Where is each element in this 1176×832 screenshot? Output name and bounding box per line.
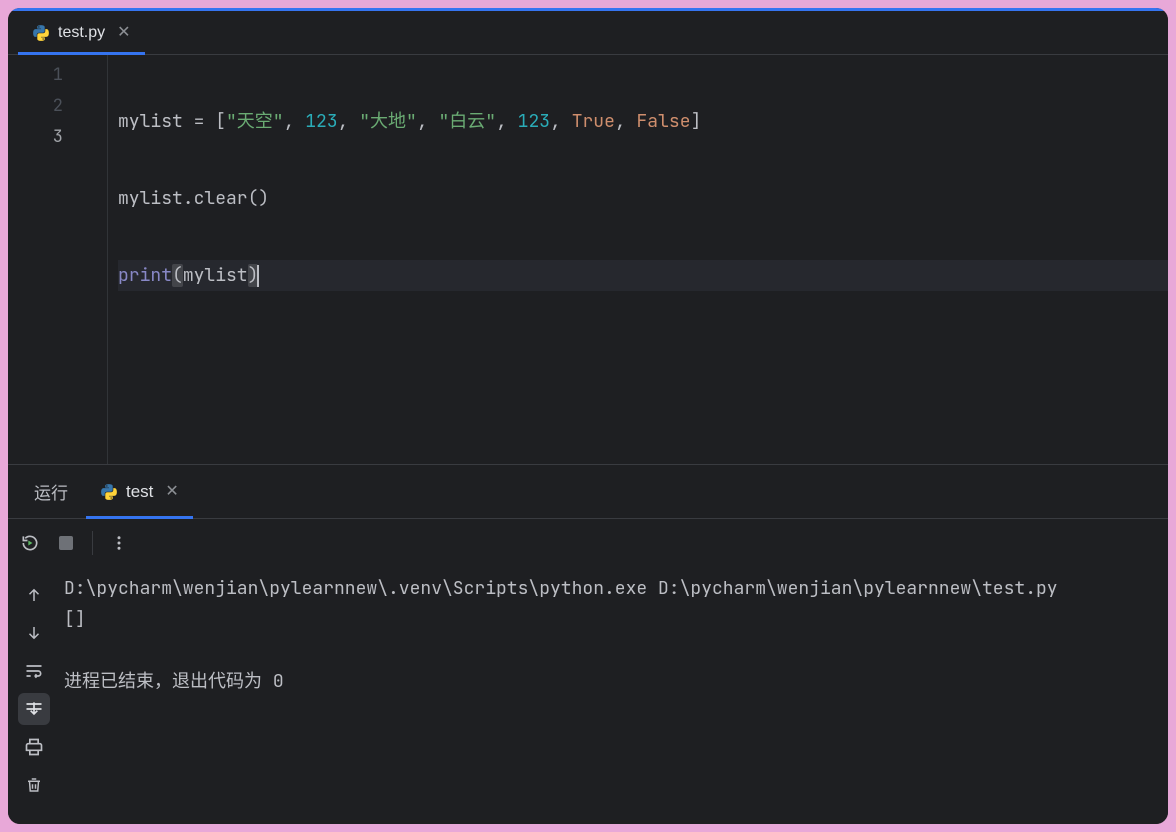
- run-panel: 运行 test ✕: [8, 464, 1168, 824]
- run-tab-test[interactable]: test ✕: [86, 465, 193, 518]
- code-line-2: mylist.clear(): [118, 183, 1168, 214]
- editor-tab-bar: test.py ✕: [8, 11, 1168, 55]
- close-icon[interactable]: ✕: [165, 484, 178, 500]
- rerun-button[interactable]: [16, 529, 44, 557]
- arrow-up-icon: [25, 586, 43, 604]
- close-icon[interactable]: ✕: [117, 25, 130, 41]
- line-number: 2: [8, 91, 63, 122]
- print-button[interactable]: [18, 731, 50, 763]
- run-side-toolbar: [8, 567, 60, 824]
- run-tab-label: test: [126, 482, 153, 502]
- line-gutter: 1 2 3: [8, 55, 108, 464]
- trash-icon: [25, 776, 43, 794]
- line-number: 3: [8, 122, 63, 153]
- toolbar-separator: [92, 531, 93, 555]
- console-exit: 进程已结束，退出代码为 0: [64, 666, 1158, 697]
- run-panel-title[interactable]: 运行: [22, 479, 80, 504]
- line-number: 1: [8, 60, 63, 91]
- soft-wrap-icon: [24, 661, 44, 681]
- down-button[interactable]: [18, 617, 50, 649]
- console-output[interactable]: D:\pycharm\wenjian\pylearnnew\.venv\Scri…: [60, 567, 1168, 824]
- run-toolbar: [8, 519, 1168, 567]
- console-blank: [64, 635, 1158, 666]
- code-line-1: mylist = ["天空", 123, "大地", "白云", 123, Tr…: [118, 106, 1168, 137]
- code-area[interactable]: mylist = ["天空", 123, "大地", "白云", 123, Tr…: [108, 55, 1168, 464]
- scroll-end-icon: [24, 699, 44, 719]
- editor-tab-test-py[interactable]: test.py ✕: [18, 11, 145, 54]
- ide-window: test.py ✕ 1 2 3 mylist = ["天空", 123, "大地…: [8, 8, 1168, 824]
- more-button[interactable]: [105, 529, 133, 557]
- python-icon: [100, 483, 118, 501]
- tab-label: test.py: [58, 24, 105, 42]
- more-icon: [110, 534, 128, 552]
- console-command: D:\pycharm\wenjian\pylearnnew\.venv\Scri…: [64, 573, 1158, 604]
- rerun-icon: [20, 533, 40, 553]
- stop-button[interactable]: [52, 529, 80, 557]
- scroll-to-end-button[interactable]: [18, 693, 50, 725]
- print-icon: [24, 737, 44, 757]
- console-stdout: []: [64, 604, 1158, 635]
- run-body: D:\pycharm\wenjian\pylearnnew\.venv\Scri…: [8, 567, 1168, 824]
- clear-button[interactable]: [18, 769, 50, 801]
- arrow-down-icon: [25, 624, 43, 642]
- code-line-3: print(mylist): [118, 260, 1168, 291]
- python-icon: [32, 24, 50, 42]
- stop-icon: [58, 535, 74, 551]
- caret: [257, 265, 259, 287]
- code-editor[interactable]: 1 2 3 mylist = ["天空", 123, "大地", "白云", 1…: [8, 55, 1168, 464]
- run-tab-bar: 运行 test ✕: [8, 465, 1168, 519]
- soft-wrap-button[interactable]: [18, 655, 50, 687]
- up-button[interactable]: [18, 579, 50, 611]
